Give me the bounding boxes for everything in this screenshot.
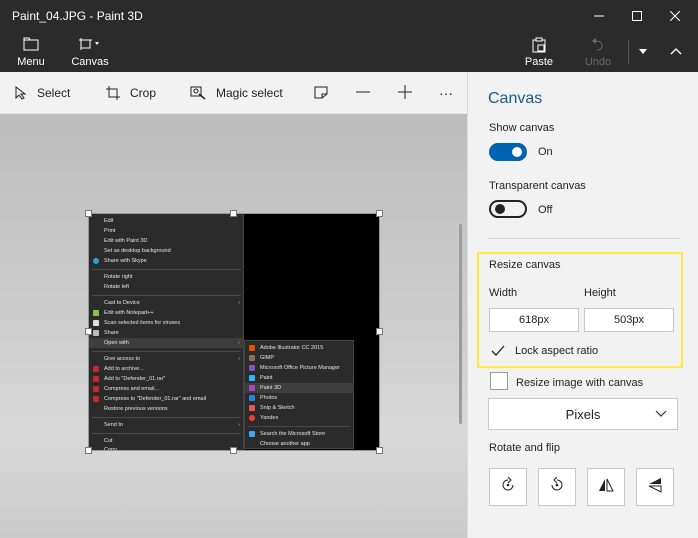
- crop-icon: [106, 86, 120, 100]
- toggle-knob: [512, 147, 522, 157]
- magic-select-icon: [190, 86, 206, 100]
- minimize-icon: [594, 9, 604, 24]
- flip-vertical-icon: [646, 476, 664, 499]
- resize-handle-bottom-right[interactable]: [376, 447, 383, 454]
- resize-handle-left[interactable]: [85, 328, 92, 335]
- undo-icon: [591, 37, 605, 53]
- undo-button[interactable]: Undo: [582, 32, 614, 72]
- ribbon-divider: [628, 40, 629, 64]
- ribbon: Menu Canvas Paste Undo: [0, 32, 698, 72]
- canvas-side-panel: Canvas Show canvas On Transparent canvas…: [467, 72, 698, 538]
- resize-image-label: Resize image with canvas: [516, 377, 644, 389]
- height-input[interactable]: 503px: [584, 308, 674, 332]
- lock-aspect-ratio-label: Lock aspect ratio: [515, 345, 599, 357]
- zoom-out-button[interactable]: [356, 72, 370, 114]
- resize-handle-bottom-left[interactable]: [85, 447, 92, 454]
- vertical-scrollbar[interactable]: [459, 224, 462, 424]
- menu-button[interactable]: Menu: [10, 32, 52, 72]
- close-button[interactable]: [652, 0, 698, 32]
- crop-label: Crop: [130, 86, 157, 100]
- canvas-resize-frame: [88, 213, 380, 451]
- units-selected: Pixels: [565, 406, 601, 422]
- canvas-button[interactable]: Canvas: [68, 32, 112, 72]
- lock-aspect-ratio-checkbox[interactable]: [491, 344, 505, 362]
- resize-image-checkbox[interactable]: [490, 372, 508, 390]
- rotate-left-icon: [499, 476, 517, 499]
- magic-select-label: Magic select: [216, 86, 283, 100]
- maximize-icon: [632, 9, 642, 24]
- resize-handle-top-left[interactable]: [85, 210, 92, 217]
- show-canvas-label: Show canvas: [489, 122, 555, 134]
- resize-handle-bottom[interactable]: [230, 447, 237, 454]
- magic-select-tool[interactable]: Magic select: [190, 72, 283, 114]
- title-bar: Paint_04.JPG - Paint 3D: [0, 0, 698, 32]
- tools-toolbar: Select Crop Magic select ···: [0, 72, 467, 114]
- flip-horizontal-icon: [597, 476, 615, 499]
- undo-label: Undo: [584, 55, 612, 68]
- units-dropdown[interactable]: Pixels: [488, 398, 678, 430]
- flip-vertical-button[interactable]: [636, 468, 674, 506]
- transparent-canvas-label: Transparent canvas: [489, 180, 586, 192]
- more-options-button[interactable]: ···: [439, 72, 453, 114]
- plus-icon: [398, 84, 412, 102]
- crop-tool[interactable]: Crop: [106, 72, 156, 114]
- transparent-canvas-state: Off: [538, 204, 553, 216]
- resize-handle-right[interactable]: [376, 328, 383, 335]
- rotate-right-icon: [548, 476, 566, 499]
- rotate-right-button[interactable]: [538, 468, 576, 506]
- flip-horizontal-button[interactable]: [587, 468, 625, 506]
- rotate-flip-heading: Rotate and flip: [489, 442, 560, 454]
- panel-divider: [488, 238, 680, 239]
- clipboard-icon: [532, 37, 546, 53]
- panel-title: Canvas: [488, 90, 543, 107]
- transparent-canvas-toggle[interactable]: [489, 200, 527, 218]
- menu-label: Menu: [17, 55, 45, 68]
- chevron-down-icon: [639, 46, 647, 58]
- canvas-icon: [78, 37, 102, 53]
- window-title: Paint_04.JPG - Paint 3D: [12, 9, 143, 23]
- cursor-icon: [15, 86, 27, 100]
- resize-canvas-heading: Resize canvas: [489, 259, 561, 271]
- toggle-knob: [495, 204, 505, 214]
- sticker-tool[interactable]: [314, 72, 328, 114]
- canvas-label: Canvas: [71, 55, 109, 68]
- zoom-in-button[interactable]: [398, 72, 412, 114]
- paste-label: Paste: [524, 55, 554, 68]
- chevron-down-icon: [654, 406, 668, 423]
- canvas-workarea[interactable]: Edit Print Edit with Paint 3D Set as des…: [0, 114, 467, 538]
- width-value: 618px: [519, 314, 549, 326]
- checkmark-icon: [491, 344, 505, 361]
- show-canvas-state: On: [538, 146, 553, 158]
- width-input[interactable]: 618px: [489, 308, 579, 332]
- minus-icon: [356, 85, 370, 102]
- close-icon: [669, 9, 681, 24]
- select-tool[interactable]: Select: [15, 72, 70, 114]
- height-label: Height: [584, 287, 616, 299]
- folder-icon: [23, 37, 39, 53]
- collapse-panel-button[interactable]: [662, 32, 690, 72]
- chevron-up-icon: [670, 46, 682, 58]
- show-canvas-toggle[interactable]: [489, 143, 527, 161]
- more-icon: ···: [439, 85, 453, 101]
- paste-button[interactable]: Paste: [522, 32, 556, 72]
- height-value: 503px: [614, 314, 644, 326]
- resize-handle-top[interactable]: [230, 210, 237, 217]
- width-label: Width: [489, 287, 518, 299]
- history-dropdown-button[interactable]: [633, 32, 653, 72]
- select-label: Select: [37, 86, 71, 100]
- resize-handle-top-right[interactable]: [376, 210, 383, 217]
- rotate-left-button[interactable]: [489, 468, 527, 506]
- sticker-icon: [314, 85, 328, 102]
